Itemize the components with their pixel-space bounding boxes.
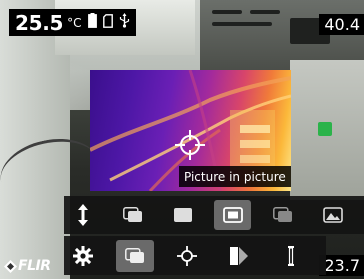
image-mode-toolbar: [64, 196, 364, 234]
measurement-crosshair-icon[interactable]: [175, 130, 205, 160]
scale-max-temperature[interactable]: 40.4: [319, 14, 364, 35]
green-label: [318, 122, 332, 136]
thermal-msx-icon[interactable]: [114, 200, 151, 230]
main-toolbar: [64, 236, 326, 275]
image-mode-tooltip: Picture in picture: [179, 166, 291, 187]
status-bar: 25.5 °C: [9, 9, 136, 36]
color-palette-icon[interactable]: [220, 240, 258, 272]
temperature-scale-icon[interactable]: [272, 240, 310, 272]
flir-logo-mark-icon: [4, 259, 17, 273]
scale-min-temperature[interactable]: 23.7: [319, 255, 364, 276]
thermal-icon[interactable]: [164, 200, 201, 230]
temperature-unit: °C: [67, 15, 82, 30]
collapse-arrows-icon[interactable]: [64, 200, 101, 230]
thermal-blending-icon[interactable]: [264, 200, 301, 230]
battery-icon: [87, 13, 97, 32]
flir-logo-text: FLIR: [18, 258, 51, 274]
sd-card-icon: [102, 13, 113, 32]
image-mode-icon[interactable]: [116, 239, 154, 272]
picture-in-picture-icon[interactable]: [214, 200, 251, 230]
flir-logo: FLIR: [4, 258, 51, 274]
settings-gear-icon[interactable]: [64, 240, 102, 272]
digital-camera-icon[interactable]: [314, 200, 351, 230]
camera-screen: 25.5 °C 40.4 23.7 Picture in picture FLI…: [0, 0, 364, 279]
spot-temperature: 25.5: [15, 10, 64, 35]
usb-icon: [119, 13, 130, 32]
measurement-spot-icon[interactable]: [168, 240, 206, 272]
